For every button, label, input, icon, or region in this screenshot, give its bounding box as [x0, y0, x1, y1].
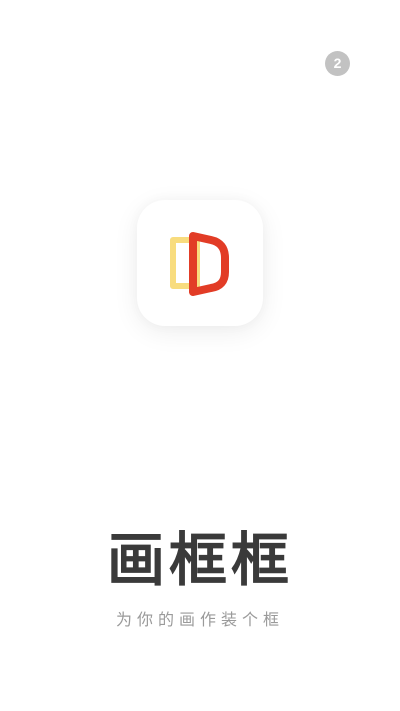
app-icon-tile — [137, 200, 263, 326]
splash-screen: 2 画框框 为你的画作装个框 — [0, 0, 400, 711]
app-slogan: 为你的画作装个框 — [115, 610, 284, 629]
countdown-skip-button[interactable]: 2 — [325, 51, 350, 76]
app-title: 画框框 — [106, 526, 293, 594]
frame-logo-icon — [170, 232, 229, 296]
